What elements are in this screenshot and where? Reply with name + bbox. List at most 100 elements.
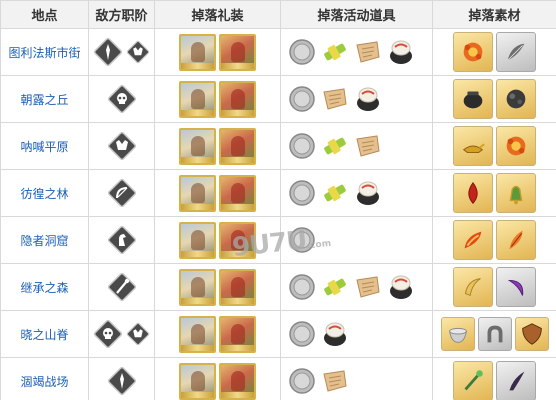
horseshoe-material[interactable] (477, 317, 512, 351)
dumpling-icon[interactable] (353, 178, 383, 208)
drop-ce-cell (154, 310, 281, 358)
drop-ce-cell (154, 75, 281, 123)
silver-coin-icon[interactable] (287, 366, 317, 396)
location-cell[interactable]: 呐喊平原 (0, 122, 89, 170)
materials-cell (432, 169, 556, 217)
dumpling-icon[interactable] (386, 272, 416, 302)
golden-lamp-material[interactable] (453, 126, 493, 166)
silver-coin-icon[interactable] (287, 131, 317, 161)
green-ticket-icon[interactable] (320, 37, 350, 67)
fire-feather-material[interactable] (453, 220, 493, 260)
materials-cell (432, 310, 556, 358)
header-materials: 掉落素材 (432, 0, 556, 29)
location-cell[interactable]: 图利法斯市街 (0, 28, 89, 76)
shield-material[interactable] (514, 317, 549, 351)
black-pot-material[interactable] (453, 79, 493, 119)
enemy-class-cell (88, 122, 155, 170)
silver-coin-icon[interactable] (287, 84, 317, 114)
berserker-icon (126, 322, 150, 346)
dark-stone-material[interactable] (496, 79, 536, 119)
header-location: 地点 (0, 0, 89, 29)
dumpling-icon[interactable] (386, 37, 416, 67)
event-items-cell (280, 357, 433, 400)
purple-claw-material[interactable] (496, 267, 536, 307)
location-cell[interactable]: 涸竭战场 (0, 357, 89, 400)
enemy-class-cell (88, 216, 155, 264)
ce-card-a[interactable] (179, 174, 216, 212)
gray-feather-material[interactable] (496, 32, 536, 72)
silver-coin-icon[interactable] (287, 272, 317, 302)
ce-card-b[interactable] (219, 80, 256, 118)
silver-coin-icon[interactable] (287, 319, 317, 349)
enemy-class-cell (88, 169, 155, 217)
header-drop-ce: 掉落礼装 (154, 0, 281, 29)
dumpling-icon[interactable] (353, 84, 383, 114)
table-row: 晓之山脊 (0, 310, 556, 358)
event-items-cell (280, 263, 433, 311)
ce-card-a[interactable] (179, 362, 216, 400)
table-row: 涸竭战场 (0, 357, 556, 400)
event-items-cell (280, 122, 433, 170)
silver-bowl-material[interactable] (440, 317, 475, 351)
assassin-icon (93, 319, 123, 349)
ce-card-a[interactable] (179, 221, 216, 259)
drop-table: 地点 敌方职阶 掉落礼装 掉落活动道具 掉落素材 图利法斯市街 朝露之丘 呐喊平原彷… (0, 0, 556, 400)
drop-ce-cell (154, 169, 281, 217)
materials-cell (432, 75, 556, 123)
event-items-cell (280, 310, 433, 358)
ce-card-a[interactable] (179, 127, 216, 165)
green-ticket-icon[interactable] (320, 178, 350, 208)
phoenix-feather-material[interactable] (496, 220, 536, 260)
materials-cell (432, 28, 556, 76)
location-cell[interactable]: 朝露之丘 (0, 75, 89, 123)
enemy-class-cell (88, 28, 155, 76)
enemy-class-cell (88, 357, 155, 400)
ce-card-b[interactable] (219, 174, 256, 212)
dark-horn-material[interactable] (496, 361, 536, 400)
golden-bell-material[interactable] (496, 173, 536, 213)
scroll-icon[interactable] (353, 272, 383, 302)
ce-card-a[interactable] (179, 33, 216, 71)
location-cell[interactable]: 隐者洞窟 (0, 216, 89, 264)
jade-staff-material[interactable] (453, 361, 493, 400)
ce-card-b[interactable] (219, 127, 256, 165)
ce-card-b[interactable] (219, 362, 256, 400)
berserker-icon (126, 40, 150, 64)
ce-card-a[interactable] (179, 80, 216, 118)
scroll-icon[interactable] (353, 37, 383, 67)
dumpling-icon[interactable] (320, 319, 350, 349)
materials-cell (432, 357, 556, 400)
table-row: 彷徨之林 (0, 169, 556, 217)
location-cell[interactable]: 晓之山脊 (0, 310, 89, 358)
drop-ce-cell (154, 357, 281, 400)
materials-cell (432, 216, 556, 264)
scroll-icon[interactable] (320, 84, 350, 114)
orange-flower-material[interactable] (496, 126, 536, 166)
silver-coin-icon[interactable] (287, 178, 317, 208)
red-drop-material[interactable] (453, 173, 493, 213)
table-row: 图利法斯市街 (0, 28, 556, 76)
event-items-cell (280, 28, 433, 76)
green-ticket-icon[interactable] (320, 272, 350, 302)
golden-fang-material[interactable] (453, 267, 493, 307)
green-ticket-icon[interactable] (320, 131, 350, 161)
drop-ce-cell (154, 122, 281, 170)
assassin-icon (107, 84, 137, 114)
ce-card-b[interactable] (219, 315, 256, 353)
ce-card-a[interactable] (179, 315, 216, 353)
enemy-class-cell (88, 75, 155, 123)
event-items-cell (280, 75, 433, 123)
caster-icon (107, 272, 137, 302)
ce-card-a[interactable] (179, 268, 216, 306)
location-cell[interactable]: 彷徨之林 (0, 169, 89, 217)
scroll-icon[interactable] (320, 366, 350, 396)
silver-coin-icon[interactable] (287, 37, 317, 67)
orange-flower-material[interactable] (453, 32, 493, 72)
table-row: 继承之森 (0, 263, 556, 311)
header-enemy-class: 敌方职阶 (88, 0, 155, 29)
location-cell[interactable]: 继承之森 (0, 263, 89, 311)
ce-card-b[interactable] (219, 268, 256, 306)
ce-card-b[interactable] (219, 33, 256, 71)
scroll-icon[interactable] (353, 131, 383, 161)
archer-icon (107, 178, 137, 208)
